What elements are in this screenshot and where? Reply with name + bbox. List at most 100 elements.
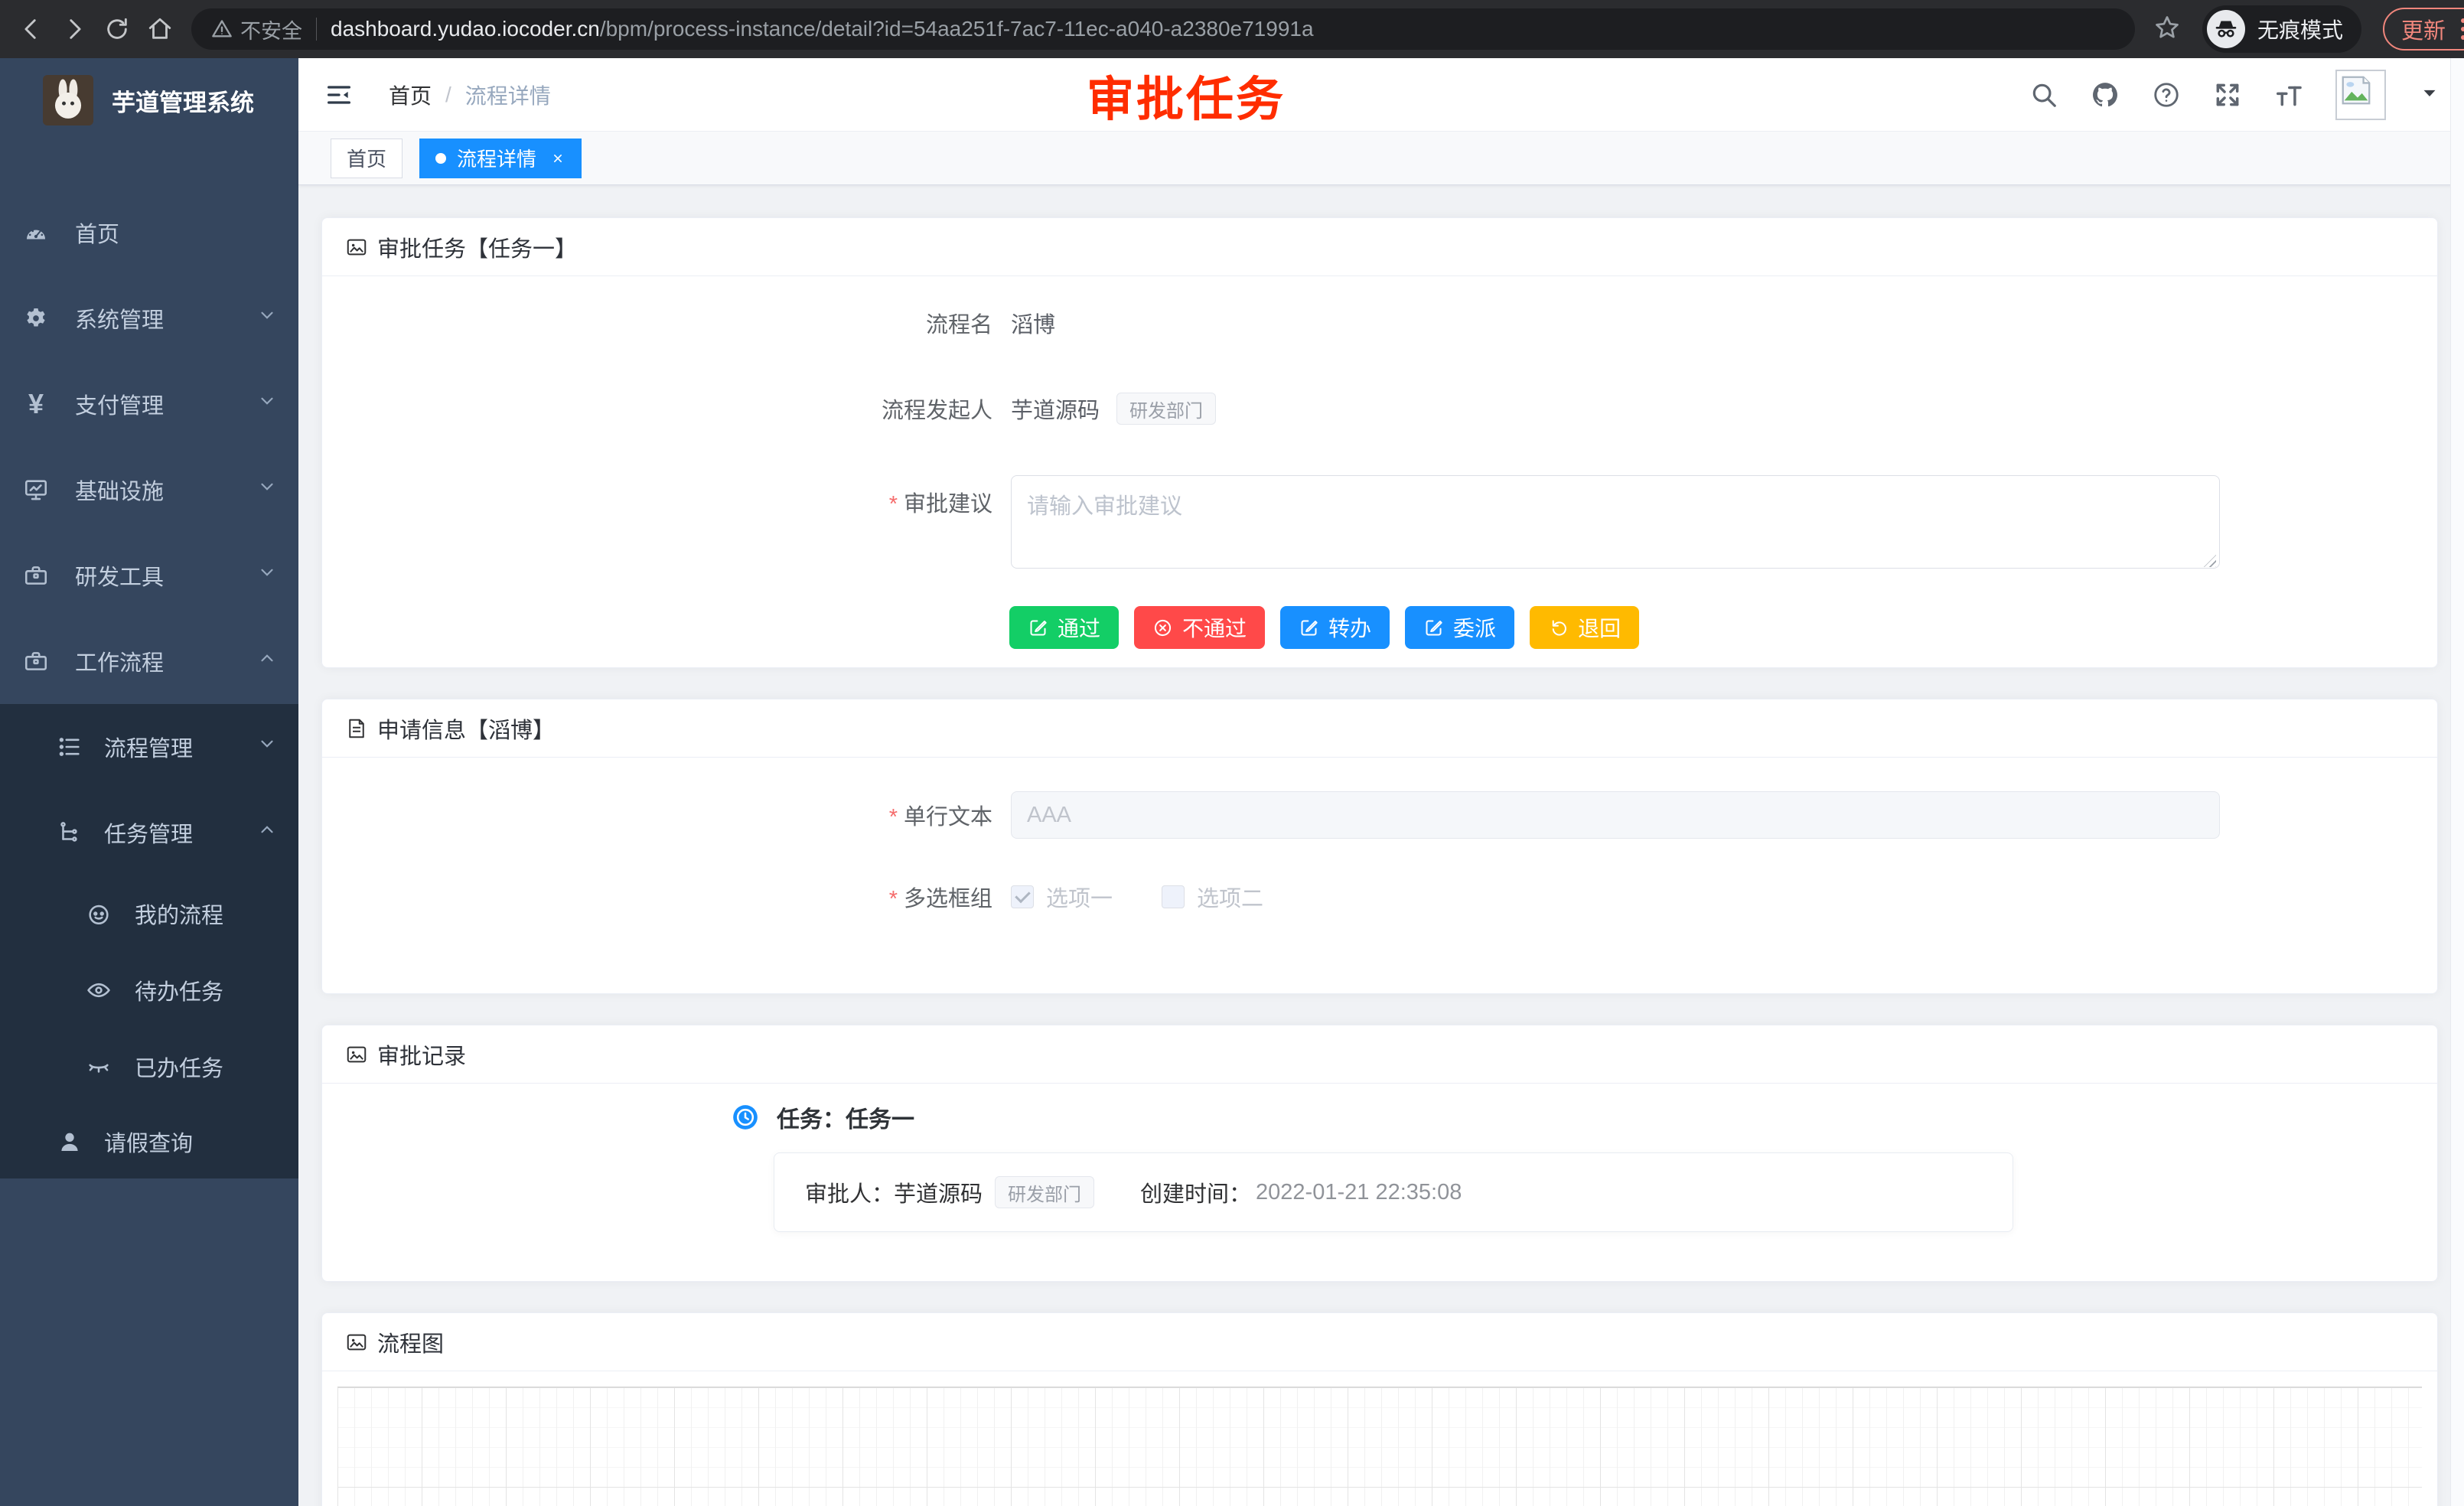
scrollbar-track[interactable] [2450, 58, 2464, 1506]
apply-info-card: 申请信息【滔博】 *单行文本 *多选框组 选项一 [321, 699, 2438, 994]
url-host: dashboard.yudao.iocoder.cn [331, 17, 600, 41]
url-path: /bpm/process-instance/detail?id=54aa251f… [600, 17, 1314, 41]
task-label: 任务：任务一 [777, 1100, 914, 1134]
delegate-button[interactable]: 委派 [1405, 606, 1514, 649]
text-field-row: *单行文本 [322, 791, 2437, 839]
tab-home[interactable]: 首页 [331, 139, 403, 178]
breadcrumb-home[interactable]: 首页 [389, 80, 432, 110]
update-button[interactable]: 更新 [2383, 8, 2464, 51]
avatar[interactable] [2335, 70, 2386, 120]
font-size-icon[interactable] [2274, 80, 2303, 109]
process-name-label: 流程名 [322, 307, 1011, 339]
sidebar-item-my-process[interactable]: 我的流程 [0, 875, 298, 952]
created-value: 2022-01-21 22:35:08 [1256, 1180, 1462, 1205]
sidebar-logo-row: 芋道管理系统 [0, 58, 298, 142]
sidebar-item-label: 研发工具 [75, 559, 164, 592]
fullscreen-icon[interactable] [2213, 80, 2242, 109]
browser-menu-icon[interactable] [2461, 18, 2464, 40]
address-bar[interactable]: 不安全 dashboard.yudao.iocoder.cn/bpm/proce… [191, 8, 2135, 50]
sidebar-item-infrastructure[interactable]: 基础设施 [0, 447, 298, 533]
gear-icon [23, 305, 49, 331]
reload-icon[interactable] [99, 11, 135, 47]
picture-icon [345, 1331, 368, 1354]
advice-textarea[interactable] [1011, 475, 2220, 569]
chevron-down-icon [257, 477, 277, 503]
active-dot [435, 153, 446, 164]
advice-label: *审批建议 [322, 475, 1011, 518]
not-secure-icon [211, 18, 233, 40]
bookmark-star-icon[interactable] [2153, 14, 2181, 45]
sidebar: 芋道管理系统 首页 系统管理 ¥ 支付管理 基础设施 [0, 58, 298, 1506]
single-line-input [1011, 791, 2220, 839]
process-name-row: 流程名 滔博 [322, 299, 2437, 347]
eye-open-icon [86, 977, 112, 1003]
card-title: 审批记录 [377, 1038, 466, 1071]
chevron-down-icon [257, 391, 277, 417]
sidebar-item-label: 支付管理 [75, 388, 164, 420]
sidebar-item-system[interactable]: 系统管理 [0, 275, 298, 361]
approve-card-header: 审批任务【任务一】 [322, 218, 2437, 276]
list-tree-icon [57, 734, 83, 760]
sidebar-item-label: 任务管理 [104, 817, 193, 849]
tags-view-bar: 首页 流程详情 [298, 132, 2464, 185]
sidebar-item-label: 工作流程 [75, 645, 164, 677]
close-icon[interactable] [550, 151, 565, 166]
dept-tag: 研发部门 [1116, 393, 1216, 425]
tab-label: 首页 [347, 144, 386, 172]
sidebar-item-task-mgmt[interactable]: 任务管理 [0, 790, 298, 875]
tab-process-detail[interactable]: 流程详情 [419, 139, 582, 178]
initiator-label: 流程发起人 [322, 393, 1011, 425]
reject-button[interactable]: 不通过 [1134, 606, 1265, 649]
chevron-up-icon [257, 648, 277, 674]
monitor-icon [23, 477, 49, 503]
sidebar-item-leave-query[interactable]: 请假查询 [0, 1105, 298, 1178]
sidebar-item-process-mgmt[interactable]: 流程管理 [0, 704, 298, 790]
avatar-caret-icon[interactable] [2418, 81, 2441, 108]
incognito-badge: 无痕模式 [2202, 5, 2361, 53]
process-name-value: 滔博 [1011, 307, 1055, 339]
sidebar-item-workflow[interactable]: 工作流程 [0, 618, 298, 704]
sidebar-item-done-tasks[interactable]: 已办任务 [0, 1028, 298, 1105]
dashboard-icon [23, 220, 49, 246]
apply-card-header: 申请信息【滔博】 [322, 699, 2437, 758]
home-icon[interactable] [142, 11, 178, 47]
approve-button[interactable]: 通过 [1009, 606, 1119, 649]
transfer-button[interactable]: 转办 [1280, 606, 1390, 649]
help-icon[interactable] [2152, 80, 2181, 109]
broken-image-icon [2339, 73, 2374, 108]
briefcase-icon [23, 648, 49, 674]
breadcrumb-separator: / [445, 83, 451, 107]
incognito-label: 无痕模式 [2257, 14, 2343, 44]
app-title: 芋道管理系统 [112, 83, 254, 118]
sidebar-item-devtools[interactable]: 研发工具 [0, 533, 298, 618]
checkbox-option-2: 选项二 [1162, 881, 1263, 913]
chevron-down-icon [257, 305, 277, 331]
github-icon[interactable] [2091, 80, 2120, 109]
yen-icon: ¥ [23, 388, 49, 420]
checkbox-unchecked-icon [1162, 885, 1185, 908]
timeline-task-row: 任务：任务一 [731, 1102, 2437, 1133]
sidebar-item-payment[interactable]: ¥ 支付管理 [0, 361, 298, 447]
breadcrumb-current: 流程详情 [465, 80, 551, 110]
url-divider [316, 18, 317, 41]
back-icon[interactable] [14, 11, 49, 47]
app-logo [43, 75, 93, 126]
sidebar-item-todo-tasks[interactable]: 待办任务 [0, 952, 298, 1028]
initiator-value: 芋道源码 [1011, 393, 1100, 425]
sidebar-item-label: 系统管理 [75, 302, 164, 334]
process-diagram-card: 流程图 [321, 1312, 2438, 1506]
forward-icon[interactable] [57, 11, 92, 47]
checkbox-group-row: *多选框组 选项一 选项二 [322, 882, 2437, 912]
bpmn-grid-canvas[interactable] [337, 1387, 2422, 1506]
return-button[interactable]: 退回 [1530, 606, 1639, 649]
incognito-icon [2207, 10, 2245, 48]
search-icon[interactable] [2029, 80, 2058, 109]
approver-value: 芋道源码 [894, 1176, 983, 1208]
sidebar-item-home[interactable]: 首页 [0, 190, 298, 275]
chevron-down-icon [257, 562, 277, 588]
card-title: 流程图 [377, 1326, 444, 1358]
not-secure-label: 不安全 [240, 15, 302, 44]
sidebar-toggle-icon[interactable] [321, 77, 357, 112]
chevron-down-icon [257, 734, 277, 760]
required-mark: * [889, 492, 898, 517]
